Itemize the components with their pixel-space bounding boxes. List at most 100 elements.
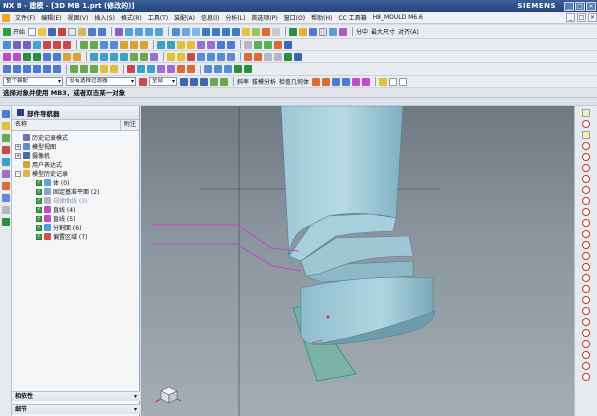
constraint-navigator-icon[interactable] bbox=[1, 122, 10, 130]
fit-spline-icon[interactable] bbox=[53, 52, 61, 61]
selection-filter-dropdown[interactable]: 没有选择过滤器 bbox=[66, 77, 136, 86]
tree-node[interactable]: 用户表达式 bbox=[12, 160, 139, 169]
assembly-navigator-icon[interactable] bbox=[1, 110, 10, 118]
maximize-button[interactable]: □ bbox=[575, 1, 585, 11]
history-palette-icon[interactable] bbox=[1, 182, 10, 190]
draft-analysis-button[interactable]: 拔模分析 bbox=[252, 77, 276, 86]
visibility-checkbox[interactable] bbox=[36, 188, 42, 195]
measure-icon[interactable] bbox=[299, 27, 308, 36]
menu-insert[interactable]: 插入(S) bbox=[91, 13, 118, 22]
hd3d-tools-icon[interactable] bbox=[1, 158, 10, 166]
new-file-icon[interactable] bbox=[28, 27, 37, 36]
intersection-curve-icon[interactable] bbox=[110, 52, 118, 61]
menu-h8-mould[interactable]: H8_MOULD M6.6 bbox=[370, 14, 426, 21]
sew-icon[interactable] bbox=[254, 40, 262, 49]
snap-mid-icon[interactable] bbox=[322, 77, 331, 86]
curve-length-icon[interactable] bbox=[187, 52, 195, 61]
menu-file[interactable]: 文件(F) bbox=[12, 13, 38, 22]
arc-right-icon[interactable] bbox=[582, 186, 590, 194]
through-curves-icon[interactable] bbox=[197, 52, 205, 61]
curve-rule-icon[interactable] bbox=[200, 77, 208, 86]
right-view-icon[interactable] bbox=[222, 27, 231, 36]
bounded-plane-icon[interactable] bbox=[274, 52, 282, 61]
intersection-point-icon[interactable] bbox=[43, 65, 51, 73]
pattern-right-icon[interactable] bbox=[582, 285, 590, 293]
intersect-right-icon[interactable] bbox=[582, 307, 590, 315]
add-icon[interactable] bbox=[389, 77, 398, 86]
tree-node[interactable]: 规律曲线 (3) bbox=[12, 196, 139, 205]
point-constructor-icon[interactable] bbox=[379, 77, 388, 86]
offset-right-icon[interactable] bbox=[582, 219, 590, 227]
align-button[interactable]: 对齐(A) bbox=[398, 27, 419, 36]
studio-spline-icon[interactable] bbox=[43, 52, 51, 61]
point-tool-right-icon[interactable] bbox=[582, 142, 590, 150]
tree-node[interactable]: 体 (0) bbox=[12, 178, 139, 187]
roles-tab-icon[interactable] bbox=[1, 218, 10, 226]
tree-node[interactable]: 直线 (4) bbox=[12, 205, 139, 214]
project-right-icon[interactable] bbox=[582, 296, 590, 304]
collapse-icon[interactable]: - bbox=[15, 170, 21, 177]
tree-node[interactable]: 分割面 (6) bbox=[12, 223, 139, 232]
chamfer-icon[interactable] bbox=[90, 40, 98, 49]
grid-icon[interactable] bbox=[272, 27, 281, 36]
menu-format[interactable]: 格式(R) bbox=[118, 13, 145, 22]
close-button[interactable]: × bbox=[586, 1, 596, 11]
max-size-button[interactable]: 最大尺寸 bbox=[371, 27, 395, 36]
divide-right-icon[interactable] bbox=[582, 329, 590, 337]
tree-node[interactable]: + 摄像机 bbox=[12, 151, 139, 160]
intersect-icon[interactable] bbox=[63, 40, 71, 49]
select-all-icon[interactable] bbox=[180, 77, 188, 86]
column-name[interactable]: 名称 bbox=[12, 120, 121, 130]
visibility-checkbox[interactable] bbox=[36, 224, 42, 231]
copy-icon[interactable] bbox=[68, 27, 77, 36]
window-icon[interactable] bbox=[319, 27, 328, 36]
center-button[interactable]: 分中 bbox=[356, 27, 368, 36]
menu-assemblies[interactable]: 装配(A) bbox=[171, 13, 198, 22]
snap-on-face-icon[interactable] bbox=[362, 77, 371, 86]
menu-help[interactable]: 帮助(H) bbox=[308, 13, 335, 22]
measure-right-icon[interactable] bbox=[582, 340, 590, 348]
plane-tool-icon[interactable] bbox=[582, 164, 590, 172]
mould-tool-4-icon[interactable] bbox=[234, 65, 242, 73]
expand-icon[interactable]: + bbox=[15, 143, 21, 150]
tree-node[interactable]: 偏置区域 (7) bbox=[12, 232, 139, 241]
join-curve-icon[interactable] bbox=[150, 52, 158, 61]
snap-on-curve-icon[interactable] bbox=[352, 77, 361, 86]
axis-tool-icon[interactable] bbox=[582, 153, 590, 161]
system-materials-icon[interactable] bbox=[1, 194, 10, 202]
extrude-icon[interactable] bbox=[13, 40, 21, 49]
show-hide-icon[interactable] bbox=[252, 27, 261, 36]
tree-node[interactable]: 历史记录模式 bbox=[12, 133, 139, 142]
minimize-button[interactable]: _ bbox=[564, 1, 574, 11]
tree-node[interactable]: - 模型历史记录 bbox=[12, 169, 139, 178]
trim-right-icon[interactable] bbox=[582, 230, 590, 238]
mould-tool-1-icon[interactable] bbox=[204, 65, 212, 73]
check-geometry-button[interactable]: 检查几何体 bbox=[279, 77, 309, 86]
layer-icon[interactable] bbox=[242, 27, 251, 36]
snap-end-icon[interactable] bbox=[312, 77, 321, 86]
redo-icon[interactable] bbox=[98, 27, 107, 36]
datum-plane-icon[interactable] bbox=[120, 40, 128, 49]
doc-restore-button[interactable]: □ bbox=[577, 13, 586, 22]
analyze-right-icon[interactable] bbox=[582, 351, 590, 359]
snap-center-icon[interactable] bbox=[332, 77, 341, 86]
delete-icon[interactable] bbox=[127, 65, 135, 73]
open-folder-icon[interactable] bbox=[38, 27, 47, 36]
view-triad[interactable] bbox=[154, 386, 182, 404]
expression-tool-icon[interactable] bbox=[284, 40, 292, 49]
wcs-rotate-icon[interactable] bbox=[80, 65, 88, 73]
law-curve-tool-icon[interactable] bbox=[63, 52, 71, 61]
revolve-icon[interactable] bbox=[23, 40, 31, 49]
slope-button[interactable]: 斜率 bbox=[237, 77, 249, 86]
section-curve-icon[interactable] bbox=[120, 52, 128, 61]
command-finder-icon[interactable] bbox=[115, 27, 124, 36]
roles-icon[interactable] bbox=[329, 27, 338, 36]
sketch-icon[interactable] bbox=[3, 40, 11, 49]
fillet-right-icon[interactable] bbox=[582, 252, 590, 260]
delete-face-icon[interactable] bbox=[207, 40, 215, 49]
x-form-icon[interactable] bbox=[294, 52, 302, 61]
hole-icon[interactable] bbox=[33, 40, 41, 49]
visibility-checkbox[interactable] bbox=[36, 179, 42, 186]
split-body-icon[interactable] bbox=[167, 40, 175, 49]
tree-node[interactable]: + 模型视图 bbox=[12, 142, 139, 151]
